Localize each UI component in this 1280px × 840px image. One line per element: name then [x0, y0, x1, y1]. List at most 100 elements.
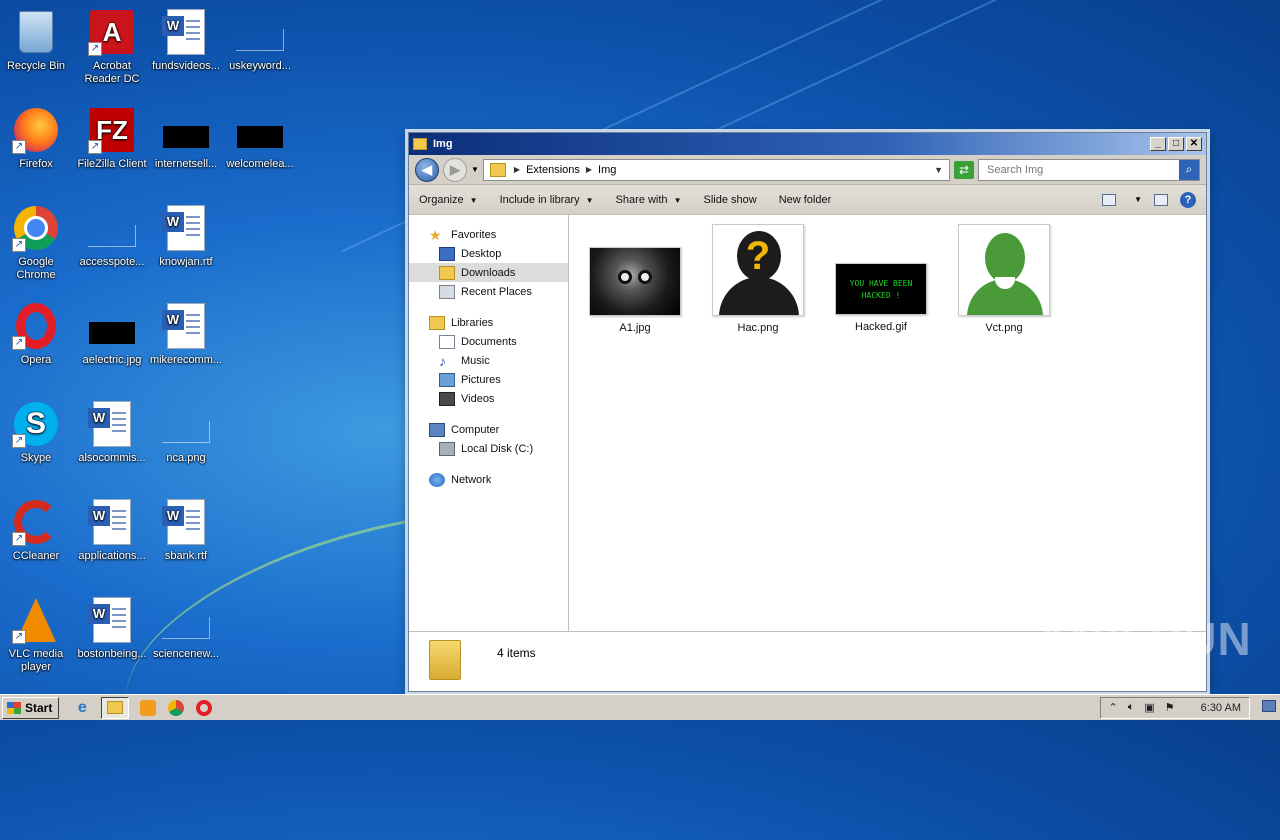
share-with-button[interactable]: Share with ▼ — [616, 194, 682, 206]
desktop-icon-chrome[interactable]: ↗ Google Chrome — [0, 204, 74, 282]
desktop-icon-vlc[interactable]: ↗ VLC media player — [0, 596, 74, 674]
show-desktop-button[interactable] — [1262, 700, 1276, 712]
system-tray: ⌃ 🔈︎ ▣ ⚑ 6:30 AM — [1099, 696, 1250, 719]
desktop-icon-alsocommis[interactable]: alsocommis... — [74, 400, 150, 465]
desktop-icon-acrobat[interactable]: A ↗ Acrobat Reader DC — [74, 8, 150, 86]
nav-recent-places[interactable]: Recent Places — [409, 282, 568, 301]
search-input[interactable] — [985, 162, 1179, 177]
file-item-a1[interactable]: A1.jpg — [585, 247, 685, 334]
nav-local-disk[interactable]: Local Disk (C:) — [409, 439, 568, 458]
image-thumbnail: ? — [712, 224, 804, 316]
desktop-icon-bostonbeing[interactable]: bostonbeing... — [74, 596, 150, 661]
search-icon[interactable]: ⌕ — [1179, 159, 1199, 180]
desktop-icon-aelectric[interactable]: aelectric.jpg — [74, 302, 150, 367]
new-folder-button[interactable]: New folder — [779, 194, 832, 206]
desktop-icon-filezilla[interactable]: FZ ↗ FileZilla Client — [74, 106, 150, 171]
desktop-icon-mikerecomm[interactable]: mikerecomm... — [148, 302, 224, 367]
volume-icon[interactable]: 🔈︎ — [1128, 701, 1135, 714]
desktop-icon-nca[interactable]: nca.png — [148, 400, 224, 465]
blank-file-icon — [162, 617, 210, 639]
file-name: A1.jpg — [619, 322, 651, 334]
word-doc-icon — [88, 499, 131, 545]
shortcut-arrow-icon: ↗ — [88, 42, 102, 56]
star-icon: ★ — [429, 226, 442, 243]
breadcrumb-extensions[interactable]: Extensions — [526, 164, 580, 176]
desktop-icon-welcomelea[interactable]: welcomelea... — [222, 106, 298, 171]
help-icon[interactable]: ? — [1180, 191, 1196, 208]
word-doc-icon — [162, 303, 205, 349]
taskbar-chrome[interactable] — [167, 699, 185, 717]
refresh-button[interactable]: ⇄ — [954, 160, 974, 179]
shortcut-arrow-icon: ↗ — [88, 140, 102, 154]
internet-explorer-icon: e — [77, 698, 87, 716]
libraries-icon — [429, 315, 445, 330]
back-button[interactable]: ◀ — [415, 157, 439, 182]
nav-pictures[interactable]: Pictures — [409, 370, 568, 389]
taskbar-explorer[interactable] — [101, 696, 130, 719]
nav-computer[interactable]: Computer — [409, 420, 568, 439]
title-bar[interactable]: Img _ □ ✕ — [409, 133, 1206, 155]
file-item-hacked[interactable]: YOU HAVE BEEN HACKED ! Hacked.gif — [831, 263, 931, 333]
nav-videos[interactable]: Videos — [409, 389, 568, 408]
breadcrumb-separator-icon[interactable]: ▶ — [514, 165, 520, 174]
action-center-flag-icon[interactable]: ⚑ — [1165, 701, 1175, 714]
blank-file-icon — [236, 29, 284, 51]
opera-icon — [196, 699, 213, 716]
desktop-icon-fundsvideos[interactable]: fundsvideos... — [148, 8, 224, 73]
clock[interactable]: 6:30 AM — [1201, 702, 1241, 714]
shortcut-arrow-icon: ↗ — [12, 532, 26, 546]
desktop-icon-ccleaner[interactable]: ↗ CCleaner — [0, 498, 74, 563]
view-options-chevron-icon[interactable]: ▼ — [1134, 195, 1142, 204]
search-box[interactable]: ⌕ — [978, 158, 1200, 181]
file-item-hac[interactable]: ? Hac.png — [708, 224, 808, 334]
question-mark-icon: ? — [745, 234, 771, 278]
nav-downloads[interactable]: Downloads — [409, 263, 568, 282]
nav-favorites[interactable]: ★ Favorites — [409, 225, 568, 244]
network-status-icon[interactable]: ▣ — [1144, 701, 1154, 714]
preview-pane-icon[interactable] — [1154, 193, 1168, 206]
recent-places-icon — [439, 284, 455, 299]
shortcut-arrow-icon: ↗ — [12, 434, 26, 448]
taskbar-opera[interactable] — [195, 699, 213, 717]
start-button[interactable]: Start — [2, 696, 60, 719]
desktop-icon-skype[interactable]: S ↗ Skype — [0, 400, 74, 465]
nav-network[interactable]: Network — [409, 470, 568, 489]
window-title: Img — [433, 138, 453, 150]
file-item-vct[interactable]: Vct.png — [954, 224, 1054, 334]
nav-desktop[interactable]: Desktop — [409, 244, 568, 263]
network-icon — [429, 472, 445, 487]
close-button[interactable]: ✕ — [1186, 137, 1202, 151]
desktop-icon-opera[interactable]: ↗ Opera — [0, 302, 74, 367]
file-name: Hac.png — [737, 322, 779, 334]
recent-pages-chevron-icon[interactable]: ▼ — [471, 165, 479, 174]
show-hidden-icons-icon[interactable]: ⌃ — [1109, 701, 1118, 714]
desktop-icon-sbank[interactable]: sbank.rtf — [148, 498, 224, 563]
desktop-icon-internetsell[interactable]: internetsell... — [148, 106, 224, 171]
desktop-icon-sciencenew[interactable]: sciencenew... — [148, 596, 224, 661]
desktop-icon-uskeyword[interactable]: uskeyword... — [222, 8, 298, 73]
nav-music[interactable]: ♪ Music — [409, 351, 568, 370]
include-in-library-button[interactable]: Include in library ▼ — [500, 194, 594, 206]
address-bar[interactable]: ▶ Extensions ▶ Img ▼ — [482, 158, 950, 181]
desktop-icon-recycle-bin[interactable]: Recycle Bin — [0, 8, 74, 73]
taskbar-media-player[interactable] — [139, 699, 157, 717]
change-view-icon[interactable] — [1102, 193, 1117, 206]
nav-documents[interactable]: Documents — [409, 332, 568, 351]
breadcrumb-img[interactable]: Img — [598, 164, 616, 176]
organize-button[interactable]: Organize ▼ — [419, 194, 478, 206]
minimize-button[interactable]: _ — [1150, 137, 1166, 151]
recycle-bin-icon — [19, 11, 53, 53]
breadcrumb-separator-icon[interactable]: ▶ — [586, 165, 592, 174]
maximize-button[interactable]: □ — [1168, 137, 1184, 151]
forward-button[interactable]: ▶ — [443, 157, 467, 182]
desktop-icon-knowjan[interactable]: knowjan.rtf — [148, 204, 224, 269]
desktop-icon-accesspote[interactable]: accesspote... — [74, 204, 150, 269]
slide-show-button[interactable]: Slide show — [703, 194, 756, 206]
nav-libraries[interactable]: Libraries — [409, 313, 568, 332]
taskbar-ie[interactable]: e — [73, 699, 91, 717]
desktop-icon-applications[interactable]: applications... — [74, 498, 150, 563]
address-dropdown-icon[interactable]: ▼ — [934, 165, 943, 175]
navigation-pane: ★ Favorites Desktop Downloads Recent Plac… — [409, 215, 569, 631]
desktop-icon-firefox[interactable]: ↗ Firefox — [0, 106, 74, 171]
file-name: Hacked.gif — [855, 321, 907, 333]
